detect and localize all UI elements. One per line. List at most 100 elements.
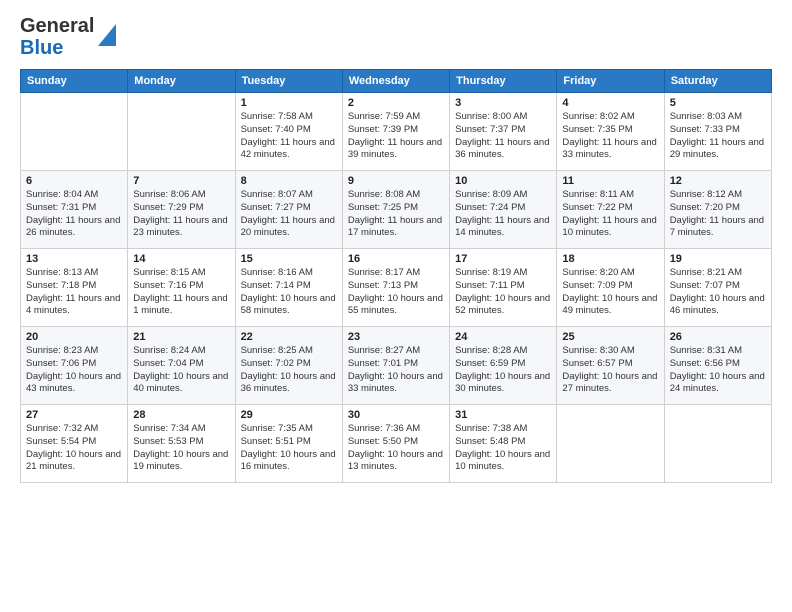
calendar-cell: 29 Sunrise: 7:35 AM Sunset: 5:51 PM Dayli… — [235, 405, 342, 483]
calendar-cell: 3Sunrise: 8:00 AM Sunset: 7:37 PM Daylig… — [450, 93, 557, 171]
logo-general: General — [20, 15, 94, 37]
day-number: 27 — [26, 409, 122, 421]
calendar-cell: 13Sunrise: 8:13 AM Sunset: 7:18 PM Dayli… — [21, 249, 128, 327]
day-info: Sunrise: 8:23 AM Sunset: 7:06 PM Dayligh… — [26, 345, 122, 396]
week-row-3: 13Sunrise: 8:13 AM Sunset: 7:18 PM Dayli… — [21, 249, 772, 327]
day-info: Sunrise: 7:35 AM Sunset: 5:51 PM Dayligh… — [241, 423, 337, 474]
day-info: Sunrise: 7:34 AM Sunset: 5:53 PM Dayligh… — [133, 423, 229, 474]
weekday-header-row: SundayMondayTuesdayWednesdayThursdayFrid… — [21, 70, 772, 93]
calendar-cell — [21, 93, 128, 171]
weekday-header-tuesday: Tuesday — [235, 70, 342, 93]
day-info: Sunrise: 8:28 AM Sunset: 6:59 PM Dayligh… — [455, 345, 551, 396]
page: General Blue SundayMondayTuesdayWednesda… — [0, 0, 792, 612]
calendar-cell: 16 Sunrise: 8:17 AM Sunset: 7:13 PM Dayli… — [342, 249, 449, 327]
calendar-cell: 21Sunrise: 8:24 AM Sunset: 7:04 PM Dayli… — [128, 327, 235, 405]
day-number: 23 — [348, 331, 444, 343]
calendar-cell: 18 Sunrise: 8:20 AM Sunset: 7:09 PM Dayli… — [557, 249, 664, 327]
day-number: 13 — [26, 253, 122, 265]
weekday-header-friday: Friday — [557, 70, 664, 93]
day-info: Sunrise: 8:07 AM Sunset: 7:27 PM Dayligh… — [241, 189, 337, 240]
day-number: 30 — [348, 409, 444, 421]
calendar-cell: 28 Sunrise: 7:34 AM Sunset: 5:53 PM Dayli… — [128, 405, 235, 483]
calendar-cell: 4 Sunrise: 8:02 AM Sunset: 7:35 PM Daylig… — [557, 93, 664, 171]
day-number: 1 — [241, 97, 337, 109]
day-number: 3 — [455, 97, 551, 109]
logo-arrow-icon — [98, 24, 116, 46]
calendar-cell: 31Sunrise: 7:38 AM Sunset: 5:48 PM Dayli… — [450, 405, 557, 483]
day-number: 8 — [241, 175, 337, 187]
day-number: 22 — [241, 331, 337, 343]
week-row-1: 1 Sunrise: 7:58 AM Sunset: 7:40 PM Daylig… — [21, 93, 772, 171]
week-row-4: 20 Sunrise: 8:23 AM Sunset: 7:06 PM Dayli… — [21, 327, 772, 405]
calendar-cell: 1 Sunrise: 7:58 AM Sunset: 7:40 PM Daylig… — [235, 93, 342, 171]
day-info: Sunrise: 7:32 AM Sunset: 5:54 PM Dayligh… — [26, 423, 122, 474]
day-info: Sunrise: 8:16 AM Sunset: 7:14 PM Dayligh… — [241, 267, 337, 318]
day-info: Sunrise: 8:25 AM Sunset: 7:02 PM Dayligh… — [241, 345, 337, 396]
calendar-cell: 15 Sunrise: 8:16 AM Sunset: 7:14 PM Dayli… — [235, 249, 342, 327]
day-info: Sunrise: 7:58 AM Sunset: 7:40 PM Dayligh… — [241, 111, 337, 162]
weekday-header-thursday: Thursday — [450, 70, 557, 93]
calendar-cell: 25 Sunrise: 8:30 AM Sunset: 6:57 PM Dayli… — [557, 327, 664, 405]
day-info: Sunrise: 8:03 AM Sunset: 7:33 PM Dayligh… — [670, 111, 766, 162]
day-number: 20 — [26, 331, 122, 343]
day-number: 26 — [670, 331, 766, 343]
day-number: 25 — [562, 331, 658, 343]
calendar-cell — [128, 93, 235, 171]
day-info: Sunrise: 8:20 AM Sunset: 7:09 PM Dayligh… — [562, 267, 658, 318]
day-info: Sunrise: 8:04 AM Sunset: 7:31 PM Dayligh… — [26, 189, 122, 240]
calendar-cell: 11 Sunrise: 8:11 AM Sunset: 7:22 PM Dayli… — [557, 171, 664, 249]
day-info: Sunrise: 8:06 AM Sunset: 7:29 PM Dayligh… — [133, 189, 229, 240]
day-number: 29 — [241, 409, 337, 421]
weekday-header-sunday: Sunday — [21, 70, 128, 93]
day-info: Sunrise: 8:11 AM Sunset: 7:22 PM Dayligh… — [562, 189, 658, 240]
day-number: 7 — [133, 175, 229, 187]
calendar-cell: 12 Sunrise: 8:12 AM Sunset: 7:20 PM Dayli… — [664, 171, 771, 249]
calendar-cell: 27 Sunrise: 7:32 AM Sunset: 5:54 PM Dayli… — [21, 405, 128, 483]
calendar-cell: 6 Sunrise: 8:04 AM Sunset: 7:31 PM Daylig… — [21, 171, 128, 249]
day-info: Sunrise: 8:30 AM Sunset: 6:57 PM Dayligh… — [562, 345, 658, 396]
calendar-cell: 8 Sunrise: 8:07 AM Sunset: 7:27 PM Daylig… — [235, 171, 342, 249]
day-number: 21 — [133, 331, 229, 343]
day-number: 5 — [670, 97, 766, 109]
calendar-cell: 10 Sunrise: 8:09 AM Sunset: 7:24 PM Dayli… — [450, 171, 557, 249]
calendar-cell: 26 Sunrise: 8:31 AM Sunset: 6:56 PM Dayli… — [664, 327, 771, 405]
day-number: 15 — [241, 253, 337, 265]
header: General Blue — [20, 15, 772, 59]
day-number: 28 — [133, 409, 229, 421]
day-info: Sunrise: 8:09 AM Sunset: 7:24 PM Dayligh… — [455, 189, 551, 240]
logo-blue: Blue — [20, 37, 63, 59]
calendar-cell: 23Sunrise: 8:27 AM Sunset: 7:01 PM Dayli… — [342, 327, 449, 405]
calendar-cell: 9Sunrise: 8:08 AM Sunset: 7:25 PM Daylig… — [342, 171, 449, 249]
calendar-cell — [664, 405, 771, 483]
day-number: 16 — [348, 253, 444, 265]
calendar-cell: 24Sunrise: 8:28 AM Sunset: 6:59 PM Dayli… — [450, 327, 557, 405]
day-number: 9 — [348, 175, 444, 187]
day-number: 12 — [670, 175, 766, 187]
calendar-cell — [557, 405, 664, 483]
calendar-cell: 2 Sunrise: 7:59 AM Sunset: 7:39 PM Daylig… — [342, 93, 449, 171]
day-info: Sunrise: 7:36 AM Sunset: 5:50 PM Dayligh… — [348, 423, 444, 474]
day-info: Sunrise: 8:12 AM Sunset: 7:20 PM Dayligh… — [670, 189, 766, 240]
day-number: 2 — [348, 97, 444, 109]
day-number: 18 — [562, 253, 658, 265]
calendar-cell: 5 Sunrise: 8:03 AM Sunset: 7:33 PM Daylig… — [664, 93, 771, 171]
week-row-5: 27 Sunrise: 7:32 AM Sunset: 5:54 PM Dayli… — [21, 405, 772, 483]
week-row-2: 6 Sunrise: 8:04 AM Sunset: 7:31 PM Daylig… — [21, 171, 772, 249]
weekday-header-wednesday: Wednesday — [342, 70, 449, 93]
day-info: Sunrise: 8:31 AM Sunset: 6:56 PM Dayligh… — [670, 345, 766, 396]
day-number: 14 — [133, 253, 229, 265]
calendar-cell: 7 Sunrise: 8:06 AM Sunset: 7:29 PM Daylig… — [128, 171, 235, 249]
calendar-cell: 14 Sunrise: 8:15 AM Sunset: 7:16 PM Dayli… — [128, 249, 235, 327]
day-info: Sunrise: 8:15 AM Sunset: 7:16 PM Dayligh… — [133, 267, 229, 318]
day-info: Sunrise: 8:21 AM Sunset: 7:07 PM Dayligh… — [670, 267, 766, 318]
day-info: Sunrise: 8:02 AM Sunset: 7:35 PM Dayligh… — [562, 111, 658, 162]
day-info: Sunrise: 7:59 AM Sunset: 7:39 PM Dayligh… — [348, 111, 444, 162]
day-number: 4 — [562, 97, 658, 109]
day-info: Sunrise: 8:17 AM Sunset: 7:13 PM Dayligh… — [348, 267, 444, 318]
calendar-cell: 30 Sunrise: 7:36 AM Sunset: 5:50 PM Dayli… — [342, 405, 449, 483]
day-number: 10 — [455, 175, 551, 187]
day-number: 6 — [26, 175, 122, 187]
calendar-cell: 19Sunrise: 8:21 AM Sunset: 7:07 PM Dayli… — [664, 249, 771, 327]
day-number: 11 — [562, 175, 658, 187]
calendar-cell: 17Sunrise: 8:19 AM Sunset: 7:11 PM Dayli… — [450, 249, 557, 327]
